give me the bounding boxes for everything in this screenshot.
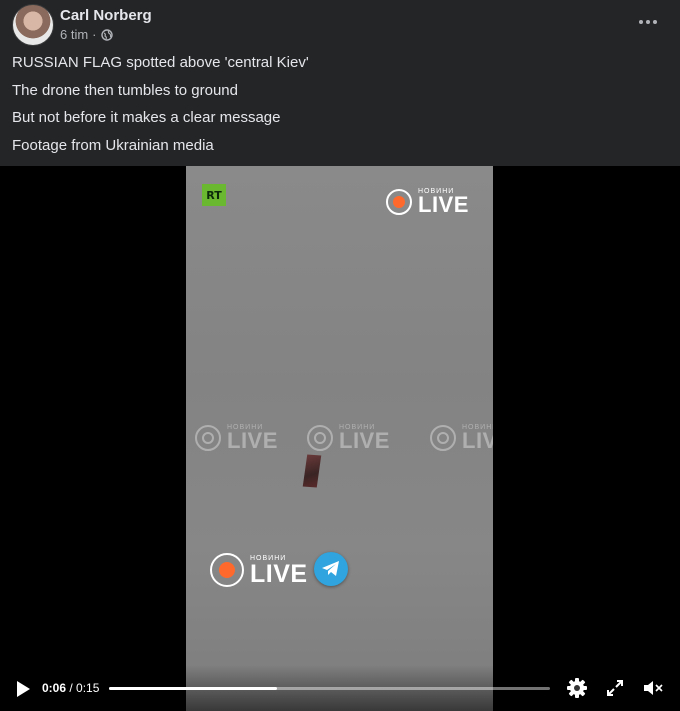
mute-button[interactable] xyxy=(642,677,664,699)
post-time[interactable]: 6 tim xyxy=(60,27,88,42)
post-line: But not before it makes a clear message xyxy=(12,109,281,127)
time-separator: / xyxy=(66,681,77,695)
video-player[interactable]: RT НОВИНИ LIVE НОВИНИ LIVE НОВИНИ LIVE НОВИ… xyxy=(0,166,680,711)
time-display: 0:06 / 0:15 xyxy=(42,681,99,695)
live-watermark-faint: НОВИНИLIVE xyxy=(430,424,493,452)
settings-button[interactable] xyxy=(566,677,588,699)
rt-logo: RT xyxy=(202,184,226,206)
live-watermark-faint: НОВИНИLIVE xyxy=(195,424,278,452)
flag-in-sky xyxy=(302,454,322,488)
post-line: Footage from Ukrainian media xyxy=(12,137,214,155)
player-controls: 0:06 / 0:15 xyxy=(0,665,680,711)
fullscreen-button[interactable] xyxy=(604,677,626,699)
live-watermark-bottom: НОВИНИ LIVE xyxy=(210,553,308,587)
author-name[interactable]: Carl Norberg xyxy=(60,7,152,24)
gear-icon xyxy=(567,678,587,698)
play-button[interactable] xyxy=(14,680,32,698)
post-line: RUSSIAN FLAG spotted above 'central Kiev… xyxy=(12,54,309,71)
play-icon xyxy=(17,681,30,697)
post-line: The drone then tumbles to ground xyxy=(12,81,238,99)
progress-bar[interactable] xyxy=(109,687,550,690)
avatar[interactable] xyxy=(12,4,54,46)
post-text: RUSSIAN FLAG spotted above 'central Kiev… xyxy=(12,55,309,166)
meta-separator: · xyxy=(92,27,97,42)
watermark-big-text: LIVE xyxy=(418,192,469,217)
progress-fill xyxy=(109,687,277,690)
more-icon xyxy=(639,20,643,24)
globe-icon xyxy=(100,28,113,41)
post-header: Carl Norberg 6 tim · RUSSIAN FLAG spotte… xyxy=(0,0,680,166)
duration: 0:15 xyxy=(76,681,100,695)
fullscreen-icon xyxy=(607,680,623,696)
live-watermark-faint: НОВИНИLIVE xyxy=(307,424,390,452)
post-meta: 6 tim · xyxy=(60,27,113,42)
live-watermark-top: НОВИНИ LIVE xyxy=(386,188,469,217)
current-time: 0:06 xyxy=(42,681,67,695)
muted-volume-icon xyxy=(644,681,663,695)
video-frame[interactable]: RT НОВИНИ LIVE НОВИНИ LIVE НОВИНИ LIVE НОВИ… xyxy=(186,166,493,711)
more-options-button[interactable] xyxy=(636,12,660,32)
telegram-icon xyxy=(314,552,348,586)
